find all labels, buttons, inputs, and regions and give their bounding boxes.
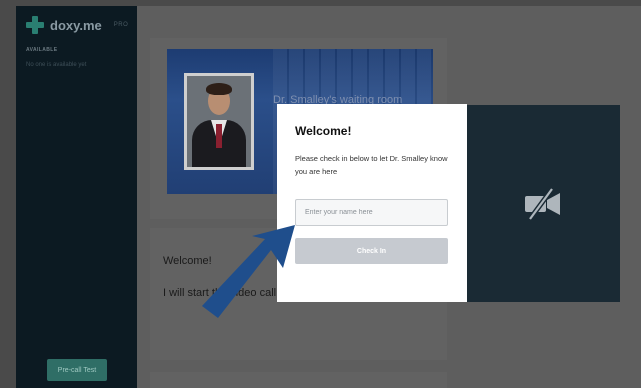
name-input[interactable] (295, 199, 448, 226)
lower-card (150, 372, 447, 388)
modal-message: Please check in below to let Dr. Smalley… (295, 154, 448, 177)
plan-badge: PRO (113, 22, 129, 28)
welcome-card-title: Welcome! (163, 255, 212, 267)
status-text: No one is available yet (26, 62, 87, 68)
precall-test-button[interactable]: Pre-call Test (47, 359, 107, 381)
sidebar: doxy.me PRO AVAILABLE No one is availabl… (16, 6, 137, 388)
window-frame-left (0, 0, 16, 388)
doxy-logo-icon (26, 16, 44, 34)
checkin-button[interactable]: Check In (295, 238, 448, 264)
logo-text: doxy.me (50, 17, 102, 33)
camera-off-icon (525, 187, 560, 221)
provider-photo (184, 73, 254, 170)
checkin-modal: Welcome! Please check in below to let Dr… (277, 104, 467, 302)
logo: doxy.me PRO (26, 16, 128, 34)
status-label: AVAILABLE (26, 47, 58, 53)
modal-title: Welcome! (295, 124, 352, 138)
